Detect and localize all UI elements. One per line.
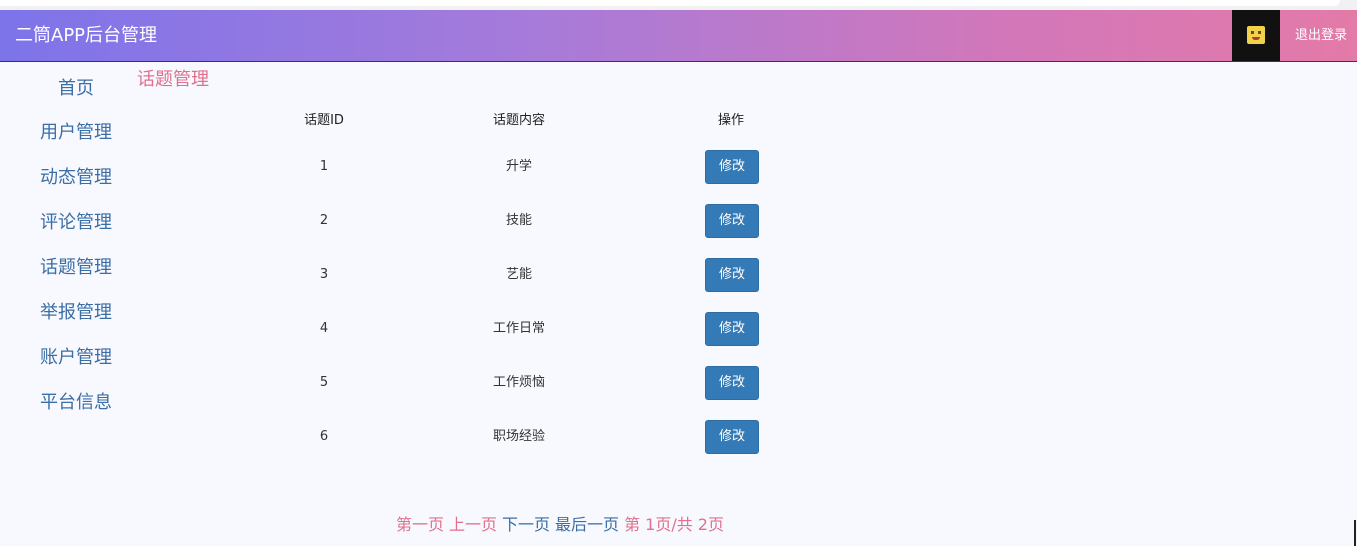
pagination-next-link[interactable]: 下一页 [502, 515, 550, 534]
row-5-content: 工作烦恼 [492, 375, 545, 390]
row-2-id: 2 [319, 213, 329, 228]
row-3-content: 艺能 [505, 267, 532, 282]
section-title: 话题管理 [137, 69, 209, 90]
row-1-content: 升学 [505, 159, 532, 174]
sidebar-item-posts[interactable]: 动态管理 [40, 166, 112, 190]
sidebar-item-accounts[interactable]: 账户管理 [40, 346, 112, 370]
pagination: 第一页 上一页 下一页 最后一页第 1页/共 2页 [396, 514, 729, 536]
row-4-edit-button[interactable]: 修改 [705, 312, 759, 346]
browser-top-strip [0, 0, 1357, 10]
avatar-container[interactable] [1232, 10, 1280, 61]
row-2-edit-button[interactable]: 修改 [705, 204, 759, 238]
scrollbar-edge[interactable] [1354, 520, 1356, 546]
sidebar-item-comments[interactable]: 评论管理 [40, 211, 112, 235]
row-4-id: 4 [319, 321, 329, 336]
app-title: 二筒APP后台管理 [15, 25, 158, 46]
row-6-content: 职场经验 [492, 429, 545, 444]
row-1-id: 1 [319, 159, 329, 174]
row-5-edit-button[interactable]: 修改 [705, 366, 759, 400]
pagination-last-link[interactable]: 最后一页 [555, 515, 619, 534]
pagination-prev-link[interactable]: 上一页 [449, 515, 497, 534]
pagination-first-link[interactable]: 第一页 [396, 515, 444, 534]
column-header-action: 操作 [717, 113, 744, 128]
row-2-content: 技能 [505, 213, 532, 228]
row-4-content: 工作日常 [492, 321, 545, 336]
row-5-id: 5 [319, 375, 329, 390]
logout-button[interactable]: 退出登录 [1295, 27, 1347, 45]
row-6-edit-button[interactable]: 修改 [705, 420, 759, 454]
sidebar-item-topics[interactable]: 话题管理 [40, 256, 112, 280]
row-1-edit-button[interactable]: 修改 [705, 150, 759, 184]
sidebar-item-home[interactable]: 首页 [58, 77, 94, 101]
sidebar-item-users[interactable]: 用户管理 [40, 121, 112, 145]
column-header-id: 话题ID [304, 113, 344, 128]
row-6-id: 6 [319, 429, 329, 444]
sidebar-item-platform-info[interactable]: 平台信息 [40, 391, 112, 415]
avatar-icon[interactable] [1247, 26, 1265, 44]
sidebar-item-reports[interactable]: 举报管理 [40, 301, 112, 325]
column-header-content: 话题内容 [492, 113, 545, 128]
row-3-id: 3 [319, 267, 329, 282]
app-header: 二筒APP后台管理 退出登录 [0, 10, 1357, 62]
pagination-info: 第 1页/共 2页 [624, 515, 724, 534]
browser-address-bar [0, 0, 1340, 6]
row-3-edit-button[interactable]: 修改 [705, 258, 759, 292]
